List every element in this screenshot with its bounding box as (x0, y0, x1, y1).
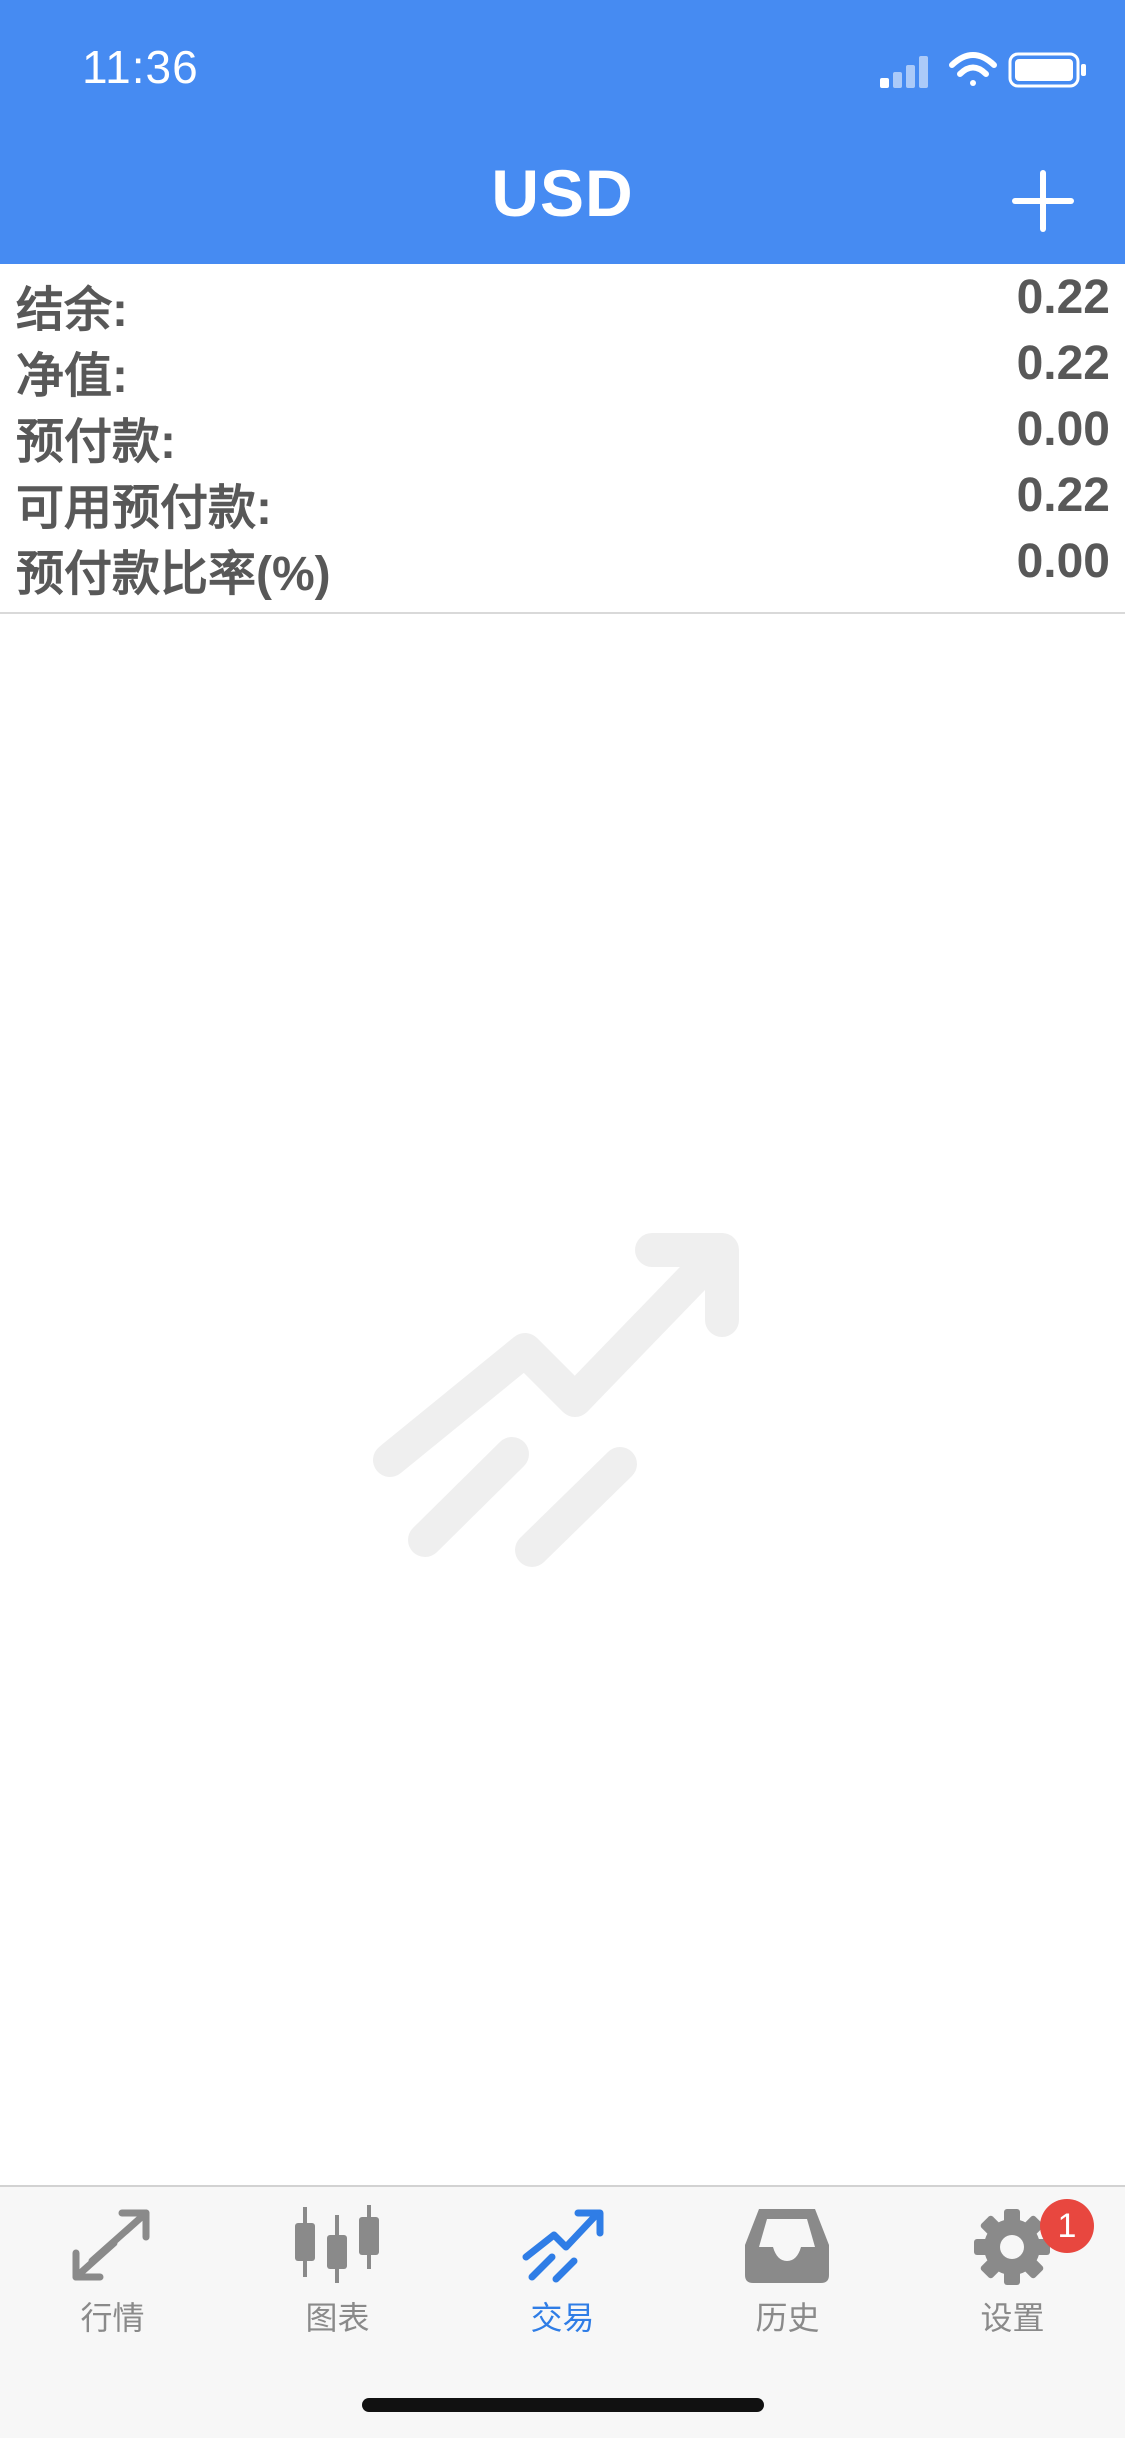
tab-label: 设置 (980, 2300, 1045, 2336)
chart-candles-icon (295, 2205, 379, 2283)
summary-value: 0.22 (1016, 337, 1110, 390)
tab-label: 交易 (530, 2300, 595, 2336)
tab-label: 历史 (755, 2300, 820, 2336)
tab-settings[interactable]: 1 设置 (900, 2187, 1125, 2337)
wifi-icon (949, 52, 997, 86)
summary-row-equity: 净值: 0.22 (0, 336, 1125, 403)
summary-value: 0.22 (1016, 271, 1110, 324)
account-summary: 结余: 0.22 净值: 0.22 预付款: 0.00 可用预付款: 0.22 … (0, 264, 1125, 612)
battery-icon (1008, 52, 1086, 88)
tab-trade[interactable]: 交易 (450, 2187, 675, 2337)
summary-label: 结余: (16, 284, 128, 337)
summary-label: 预付款比率(%) (16, 548, 331, 601)
summary-row-margin-level: 预付款比率(%) 0.00 (0, 534, 1125, 601)
summary-label: 可用预付款: (16, 482, 272, 535)
tab-label: 图表 (305, 2300, 370, 2336)
add-button[interactable] (1010, 168, 1076, 234)
summary-label: 预付款: (16, 416, 176, 469)
summary-value: 0.22 (1016, 469, 1110, 522)
home-indicator (362, 2398, 764, 2412)
status-icons (880, 52, 1086, 88)
empty-trade-icon (373, 1233, 739, 1567)
notification-badge: 1 (1040, 2199, 1094, 2253)
cellular-signal-icon (880, 56, 928, 88)
trade-icon (522, 2209, 604, 2283)
tab-label: 行情 (80, 2300, 145, 2336)
summary-value: 0.00 (1016, 403, 1110, 456)
page-title: USD (491, 156, 634, 230)
header-bar: 11:36 USD (0, 0, 1125, 264)
summary-row-free-margin: 可用预付款: 0.22 (0, 468, 1125, 535)
summary-row-margin: 预付款: 0.00 (0, 402, 1125, 469)
inbox-icon (745, 2209, 829, 2283)
summary-row-balance: 结余: 0.22 (0, 270, 1125, 337)
tab-quotes[interactable]: 行情 (0, 2187, 225, 2337)
quotes-icon (72, 2209, 150, 2281)
tab-history[interactable]: 历史 (675, 2187, 900, 2337)
summary-value: 0.00 (1016, 535, 1110, 588)
summary-divider (0, 612, 1125, 614)
summary-label: 净值: (16, 350, 128, 403)
tab-charts[interactable]: 图表 (225, 2187, 450, 2337)
plus-icon (1012, 170, 1074, 232)
status-time: 11:36 (82, 41, 199, 93)
